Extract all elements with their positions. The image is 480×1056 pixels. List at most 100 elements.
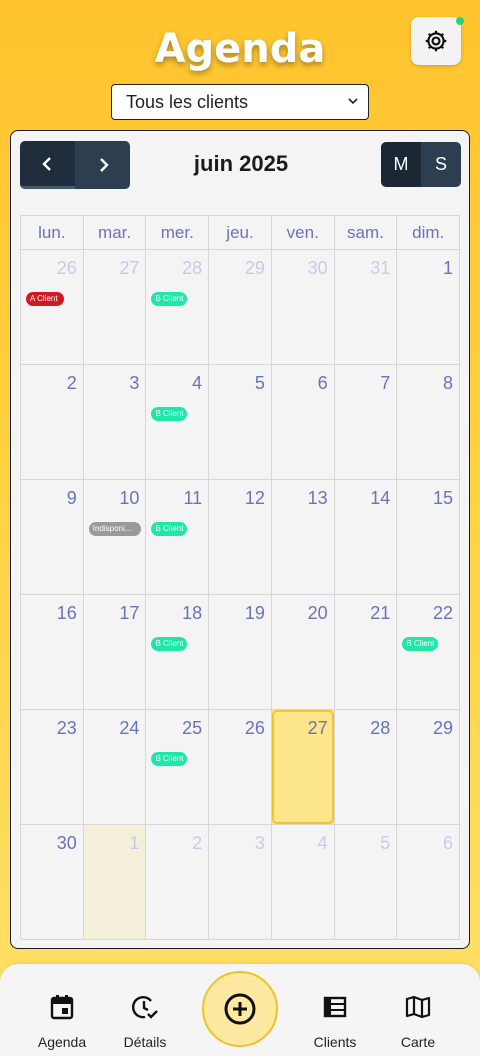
calendar-week-row: 2 3 4 B Client 5 6 7 8 bbox=[21, 365, 461, 480]
month-view-button[interactable]: M bbox=[381, 142, 421, 187]
day-number: 5 bbox=[380, 833, 391, 853]
nav-details[interactable]: Détails bbox=[105, 992, 185, 1050]
day-number: 20 bbox=[307, 603, 328, 623]
day-number: 27 bbox=[307, 718, 328, 738]
calendar-day[interactable]: 2 bbox=[21, 365, 84, 480]
calendar-day[interactable]: 10 Indisponi... bbox=[83, 480, 147, 595]
list-icon bbox=[323, 996, 347, 1018]
client-filter-select[interactable]: Tous les clients bbox=[111, 84, 369, 120]
calendar-day[interactable]: 1 bbox=[397, 250, 461, 365]
calendar-day[interactable]: 23 bbox=[21, 710, 84, 825]
calendar-day[interactable]: 24 bbox=[83, 710, 147, 825]
day-number: 31 bbox=[370, 258, 391, 278]
calendar-day[interactable]: 29 bbox=[397, 710, 461, 825]
day-number: 15 bbox=[433, 488, 454, 508]
day-number: 19 bbox=[244, 603, 265, 623]
nav-agenda-label: Agenda bbox=[37, 1034, 87, 1050]
day-number: 11 bbox=[183, 488, 203, 508]
calendar-event[interactable]: B Client bbox=[151, 637, 188, 651]
day-number: 30 bbox=[56, 833, 77, 853]
calendar-day[interactable]: 3 bbox=[83, 365, 147, 480]
calendar-day[interactable]: 1 bbox=[83, 825, 147, 940]
calendar-event[interactable]: A Client bbox=[26, 292, 64, 306]
day-number: 21 bbox=[370, 603, 391, 623]
calendar-day[interactable]: 26 A Client bbox=[21, 250, 84, 365]
calendar-event[interactable]: B Client bbox=[151, 292, 188, 306]
calendar-event[interactable]: Indisponi... bbox=[88, 522, 141, 536]
calendar-card: juin 2025 M S lun. mar. mer. jeu. ven. s… bbox=[10, 130, 470, 949]
calendar-day[interactable]: 2 bbox=[146, 825, 210, 940]
day-number: 14 bbox=[370, 488, 391, 508]
nav-clients[interactable]: Clients bbox=[295, 992, 375, 1050]
calendar-day[interactable]: 17 bbox=[83, 595, 147, 710]
calendar-day[interactable]: 4 B Client bbox=[146, 365, 210, 480]
day-number: 29 bbox=[244, 258, 265, 278]
calendar-day[interactable]: 6 bbox=[271, 365, 335, 480]
day-number: 1 bbox=[129, 833, 140, 853]
calendar-day[interactable]: 11 B Client bbox=[146, 480, 210, 595]
weekday-label: lun. bbox=[21, 216, 84, 250]
calendar-day[interactable]: 29 bbox=[209, 250, 272, 365]
calendar-day[interactable]: 19 bbox=[209, 595, 272, 710]
calendar-day[interactable]: 6 bbox=[397, 825, 461, 940]
weekday-label: mer. bbox=[146, 216, 210, 250]
calendar-day[interactable]: 31 bbox=[334, 250, 398, 365]
calendar-day[interactable]: 16 bbox=[21, 595, 84, 710]
calendar-event[interactable]: B Client bbox=[151, 522, 188, 536]
calendar-day[interactable]: 5 bbox=[209, 365, 272, 480]
calendar-day[interactable]: 5 bbox=[334, 825, 398, 940]
day-number: 4 bbox=[317, 833, 328, 853]
day-number: 3 bbox=[254, 833, 265, 853]
day-number: 23 bbox=[56, 718, 77, 738]
calendar-day[interactable]: 30 bbox=[271, 250, 335, 365]
day-number: 9 bbox=[66, 488, 77, 508]
nav-details-label: Détails bbox=[123, 1034, 167, 1050]
add-button[interactable] bbox=[202, 971, 278, 1047]
calendar-day[interactable]: 22 B Client bbox=[397, 595, 461, 710]
nav-map-label: Carte bbox=[400, 1034, 436, 1050]
calendar-weeks: 26 A Client 27 28 B Client 29 30 31 1 2 3 4 B Client… bbox=[21, 250, 461, 940]
nav-agenda[interactable]: Agenda bbox=[22, 992, 102, 1050]
settings-button[interactable] bbox=[411, 17, 461, 65]
calendar-week-row: 30 1 2 3 4 5 6 bbox=[21, 825, 461, 940]
calendar-event[interactable]: B Client bbox=[402, 637, 439, 651]
calendar-day[interactable]: 30 bbox=[21, 825, 84, 940]
calendar-day[interactable]: 26 bbox=[209, 710, 272, 825]
calendar-day[interactable]: 27 bbox=[83, 250, 147, 365]
calendar-day[interactable]: 15 bbox=[397, 480, 461, 595]
calendar-event[interactable]: B Client bbox=[151, 752, 188, 766]
calendar-day[interactable]: 20 bbox=[271, 595, 335, 710]
calendar-day[interactable]: 3 bbox=[209, 825, 272, 940]
day-number: 29 bbox=[433, 718, 454, 738]
week-view-button[interactable]: S bbox=[421, 142, 461, 187]
day-number: 2 bbox=[66, 373, 77, 393]
weekday-header: lun. mar. mer. jeu. ven. sam. dim. bbox=[21, 216, 461, 250]
day-number: 13 bbox=[307, 488, 328, 508]
day-number: 16 bbox=[56, 603, 77, 623]
calendar-day-today[interactable]: 27 bbox=[271, 710, 335, 825]
day-number: 26 bbox=[56, 258, 77, 278]
calendar-week-row: 9 10 Indisponi... 11 B Client 12 13 14 15 bbox=[21, 480, 461, 595]
calendar-day[interactable]: 13 bbox=[271, 480, 335, 595]
calendar-day[interactable]: 28 bbox=[334, 710, 398, 825]
calendar-day[interactable]: 9 bbox=[21, 480, 84, 595]
calendar-day[interactable]: 14 bbox=[334, 480, 398, 595]
calendar-day[interactable]: 7 bbox=[334, 365, 398, 480]
page-title: Agenda bbox=[154, 26, 326, 72]
weekday-label: sam. bbox=[334, 216, 398, 250]
nav-clients-label: Clients bbox=[313, 1034, 357, 1050]
calendar-day[interactable]: 28 B Client bbox=[146, 250, 210, 365]
calendar-day[interactable]: 4 bbox=[271, 825, 335, 940]
calendar-day[interactable]: 12 bbox=[209, 480, 272, 595]
weekday-label: dim. bbox=[397, 216, 461, 250]
day-number: 28 bbox=[182, 258, 203, 278]
day-number: 10 bbox=[119, 488, 140, 508]
calendar-day[interactable]: 25 B Client bbox=[146, 710, 210, 825]
calendar-day[interactable]: 21 bbox=[334, 595, 398, 710]
calendar-day[interactable]: 8 bbox=[397, 365, 461, 480]
calendar-day[interactable]: 18 B Client bbox=[146, 595, 210, 710]
day-number: 25 bbox=[182, 718, 203, 738]
nav-map[interactable]: Carte bbox=[378, 992, 458, 1050]
calendar-event[interactable]: B Client bbox=[151, 407, 188, 421]
day-number: 17 bbox=[119, 603, 140, 623]
